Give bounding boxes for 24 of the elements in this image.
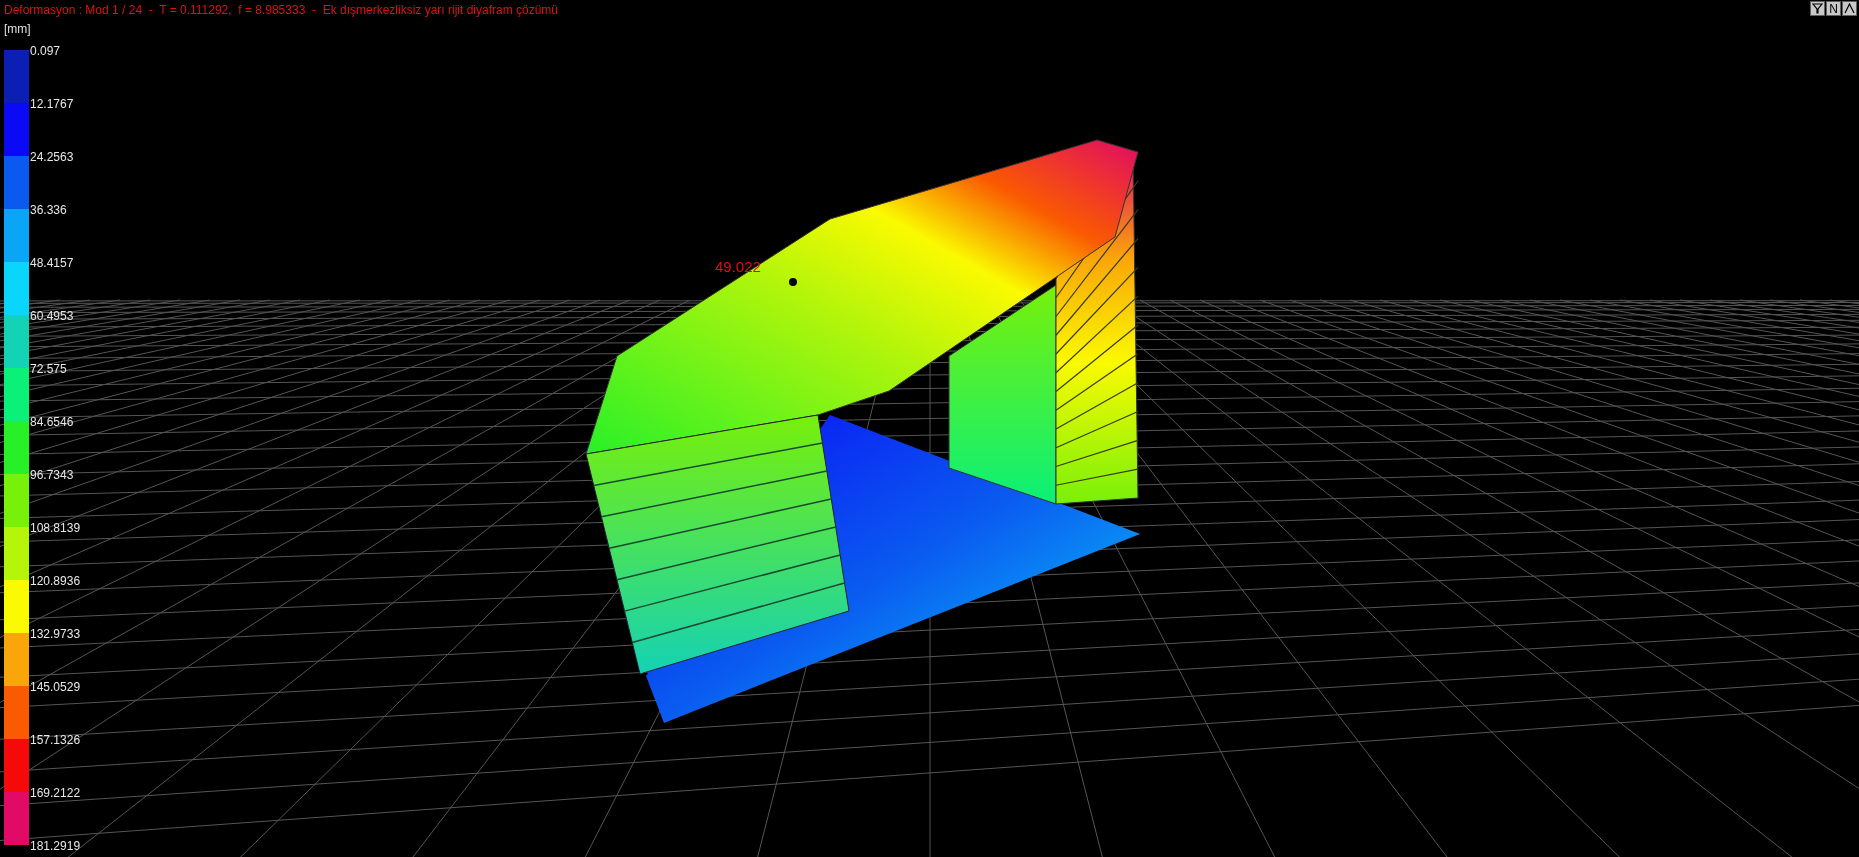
- legend-value: 48.4157: [30, 255, 74, 272]
- legend-value: 72.575: [30, 361, 67, 378]
- view-title: Deformasyon : Mod 1 / 24 - T = 0.111292, f = 8.985333 - Ek dışmerkezliksiz yarı rijit diyafram çözümü: [4, 2, 558, 19]
- legend-value: 169.2122: [30, 785, 81, 802]
- legend-value: 132.9733: [30, 626, 81, 643]
- toolbar-button[interactable]: [1842, 1, 1857, 16]
- legend-value: 24.2563: [30, 149, 74, 166]
- legend-value: 108.8139: [30, 520, 81, 537]
- legend-value: 145.0529: [30, 679, 81, 696]
- legend-value: 12.1767: [30, 96, 74, 113]
- legend-value: 60.4953: [30, 308, 74, 325]
- caret-up-icon: [1844, 3, 1855, 14]
- legend-unit: [mm]: [4, 21, 31, 38]
- filter-icon: [1812, 3, 1823, 14]
- marker-label: 49.022: [715, 258, 761, 275]
- legend-value: 36.336: [30, 202, 67, 219]
- legend-value: 84.6546: [30, 414, 74, 431]
- legend-value: 181.2919: [30, 838, 81, 855]
- legend-value: 157.1326: [30, 732, 81, 749]
- toolbar-button[interactable]: N: [1826, 1, 1841, 16]
- legend-value: 96.7343: [30, 467, 74, 484]
- legend-value: 120.8936: [30, 573, 81, 590]
- legend-value: 0.097: [30, 43, 61, 60]
- toolbar-button[interactable]: [1810, 1, 1825, 16]
